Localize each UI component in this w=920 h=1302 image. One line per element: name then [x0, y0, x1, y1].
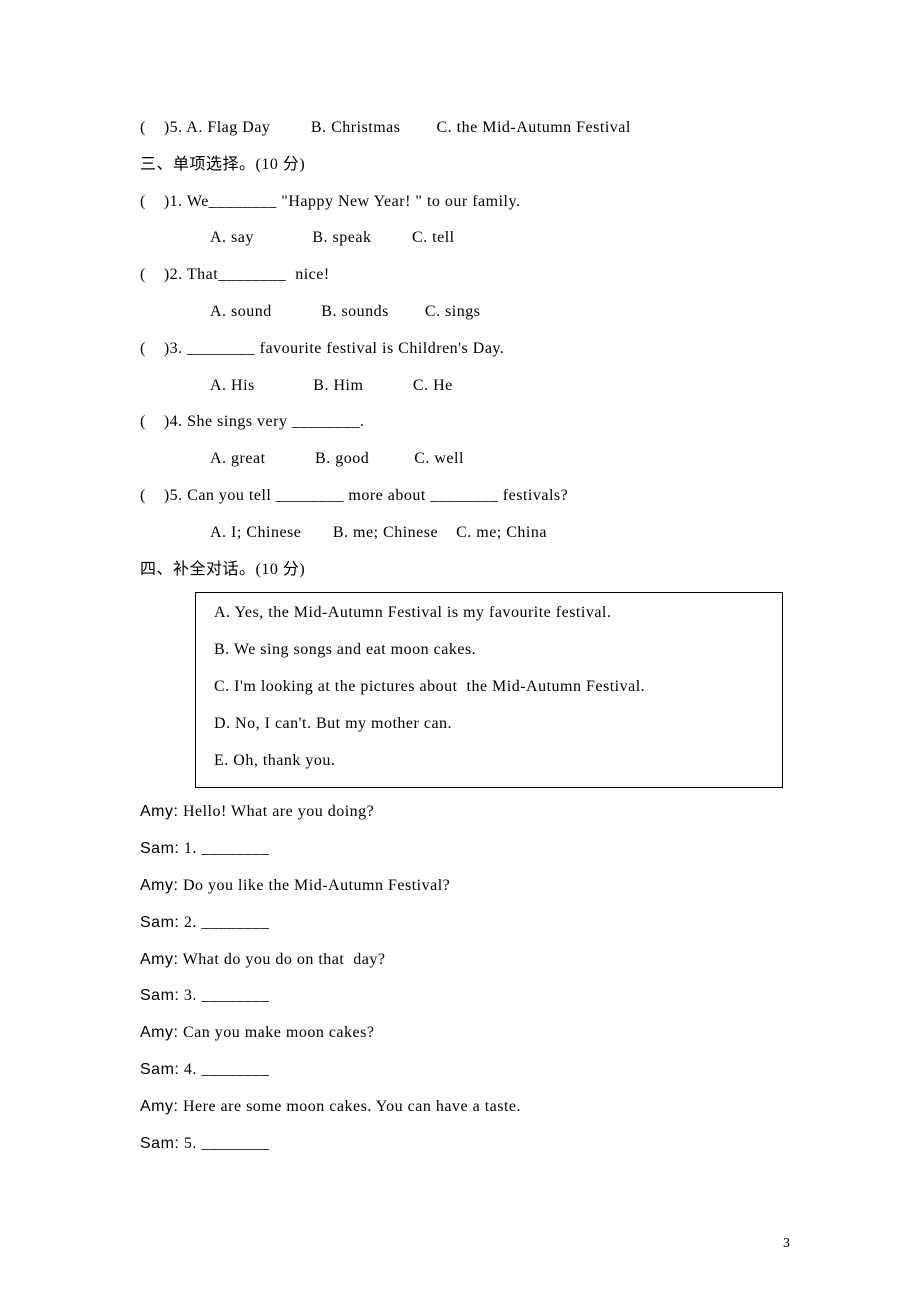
dialogue-text: 3. ________ [179, 987, 269, 1004]
s3-q1-stem: ( )1. We________ "Happy New Year! " to o… [140, 184, 800, 221]
dialogue-line-amy-2: Amy: Do you like the Mid-Autumn Festival… [140, 868, 800, 905]
dialogue-text: 5. ________ [179, 1135, 269, 1152]
dialogue-text: Do you like the Mid-Autumn Festival? [178, 877, 450, 894]
s3-q3-options: A. His B. Him C. He [140, 368, 800, 405]
dialogue-text: Can you make moon cakes? [178, 1024, 374, 1041]
s3-q1-options: A. say B. speak C. tell [140, 220, 800, 257]
dialogue-text: 2. ________ [179, 914, 269, 931]
s3-q4-stem: ( )4. She sings very ________. [140, 404, 800, 441]
dialogue-line-sam-1: Sam: 1. ________ [140, 831, 800, 868]
page-content: ( )5. A. Flag Day B. Christmas C. the Mi… [0, 0, 920, 1162]
option-d: D. No, I can't. But my mother can. [214, 706, 764, 743]
speaker-label: Amy: [140, 1024, 178, 1041]
speaker-label: Amy: [140, 1098, 178, 1115]
speaker-label: Amy: [140, 803, 178, 820]
dialogue-text: Here are some moon cakes. You can have a… [178, 1098, 521, 1115]
dialogue-line-amy-1: Amy: Hello! What are you doing? [140, 794, 800, 831]
dialogue-line-amy-4: Amy: Can you make moon cakes? [140, 1015, 800, 1052]
page-number: 3 [783, 1236, 790, 1252]
dialogue-line-sam-3: Sam: 3. ________ [140, 978, 800, 1015]
speaker-label: Amy: [140, 877, 178, 894]
s3-q4-options: A. great B. good C. well [140, 441, 800, 478]
prev-question-5: ( )5. A. Flag Day B. Christmas C. the Mi… [140, 110, 800, 147]
option-b: B. We sing songs and eat moon cakes. [214, 632, 764, 669]
dialogue-line-amy-3: Amy: What do you do on that day? [140, 942, 800, 979]
dialogue-line-sam-2: Sam: 2. ________ [140, 905, 800, 942]
s3-q5-options: A. I; Chinese B. me; Chinese C. me; Chin… [140, 515, 800, 552]
dialogue-text: Hello! What are you doing? [178, 803, 374, 820]
dialogue-text: 4. ________ [179, 1061, 269, 1078]
speaker-label: Sam: [140, 1061, 179, 1078]
option-c: C. I'm looking at the pictures about the… [214, 669, 764, 706]
dialogue-line-amy-5: Amy: Here are some moon cakes. You can h… [140, 1089, 800, 1126]
dialogue-line-sam-4: Sam: 4. ________ [140, 1052, 800, 1089]
speaker-label: Sam: [140, 840, 179, 857]
dialogue-options-box: A. Yes, the Mid-Autumn Festival is my fa… [195, 592, 783, 788]
option-a: A. Yes, the Mid-Autumn Festival is my fa… [214, 595, 764, 632]
section-4-heading: 四、补全对话。(10 分) [140, 552, 800, 589]
s3-q3-stem: ( )3. ________ favourite festival is Chi… [140, 331, 800, 368]
option-e: E. Oh, thank you. [214, 743, 764, 780]
s3-q5-stem: ( )5. Can you tell ________ more about _… [140, 478, 800, 515]
dialogue-line-sam-5: Sam: 5. ________ [140, 1126, 800, 1163]
dialogue-text: 1. ________ [179, 840, 269, 857]
s3-q2-options: A. sound B. sounds C. sings [140, 294, 800, 331]
speaker-label: Sam: [140, 987, 179, 1004]
speaker-label: Sam: [140, 1135, 179, 1152]
section-3-heading: 三、单项选择。(10 分) [140, 147, 800, 184]
s3-q2-stem: ( )2. That________ nice! [140, 257, 800, 294]
dialogue-text: What do you do on that day? [178, 951, 385, 968]
speaker-label: Amy: [140, 951, 178, 968]
speaker-label: Sam: [140, 914, 179, 931]
